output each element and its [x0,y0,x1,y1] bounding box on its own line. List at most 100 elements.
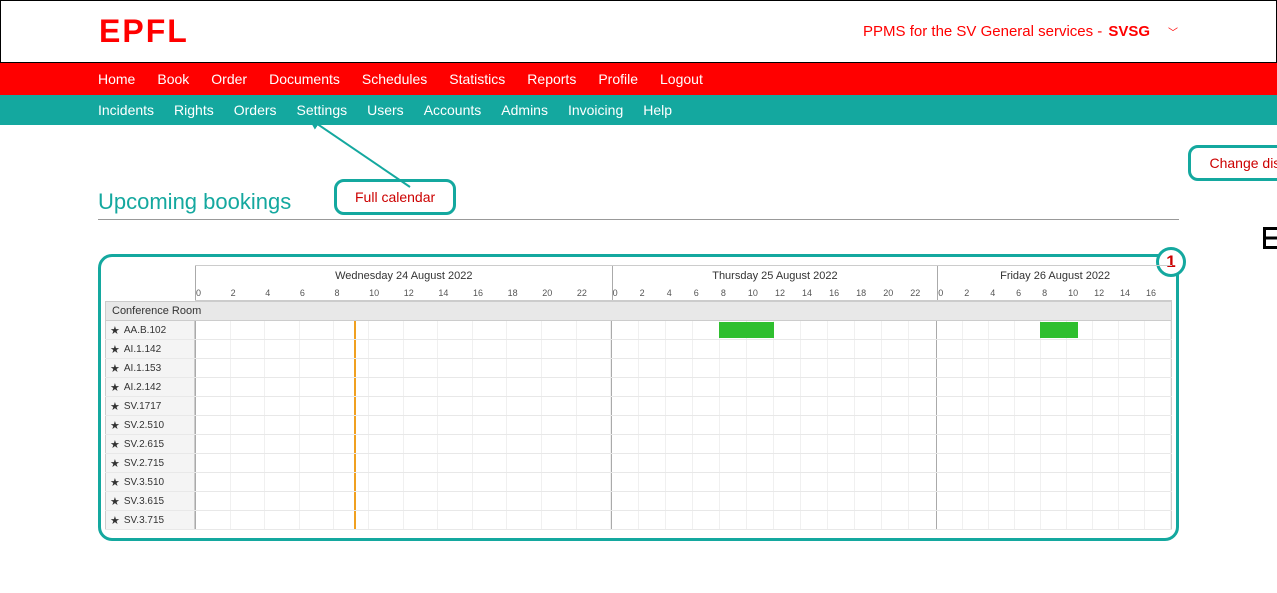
track-day[interactable] [195,473,611,491]
track-day[interactable] [936,378,1172,396]
now-indicator [354,378,356,396]
hour-label: 16 [829,286,856,300]
track-day[interactable] [611,416,936,434]
track-day[interactable] [195,359,611,377]
subnav-accounts[interactable]: Accounts [424,102,482,118]
subnav-rights[interactable]: Rights [174,102,214,118]
day-header: Wednesday 24 August 2022 [195,266,612,286]
room-label[interactable]: ★SV.3.510 [105,473,195,491]
star-icon[interactable]: ★ [110,438,120,451]
track-day[interactable] [195,435,611,453]
nav-reports[interactable]: Reports [527,71,576,87]
track-day[interactable] [936,359,1172,377]
track-day[interactable] [195,378,611,396]
track-day[interactable] [611,511,936,529]
now-indicator [354,454,356,472]
room-label[interactable]: ★AI.1.153 [105,359,195,377]
booking-block[interactable] [1040,322,1077,338]
track-day[interactable] [611,321,936,339]
hour-label: 2 [231,286,266,300]
room-name: SV.2.715 [124,458,164,469]
room-label[interactable]: ★ SV.3.615 [105,492,195,510]
track-day[interactable] [195,397,611,415]
track-day[interactable] [936,454,1172,472]
subnav-help[interactable]: Help [643,102,672,118]
nav-statistics[interactable]: Statistics [449,71,505,87]
room-label[interactable]: ★SV.3.715 [105,511,195,529]
track-day[interactable] [936,492,1172,510]
track-day[interactable] [611,454,936,472]
star-icon[interactable]: ★ [110,476,120,489]
room-label[interactable]: ★AA.B.102 [105,321,195,339]
track-day[interactable] [195,416,611,434]
track-day[interactable] [195,340,611,358]
track-day[interactable] [611,359,936,377]
star-icon[interactable]: ★ [110,400,120,413]
room-row: ★AA.B.102 [105,321,1172,340]
star-icon[interactable]: ★ [110,324,120,337]
nav-logout[interactable]: Logout [660,71,703,87]
hour-label: 14 [438,286,473,300]
callout-full-calendar: Full calendar [334,179,456,215]
room-label[interactable]: ★SV.1717 [105,397,195,415]
subnav-admins[interactable]: Admins [501,102,548,118]
star-icon[interactable]: ★ [110,495,120,508]
track-day[interactable] [936,511,1172,529]
track-day[interactable] [936,435,1172,453]
now-indicator [354,321,356,339]
subnav-users[interactable]: Users [367,102,404,118]
hour-label: 10 [748,286,775,300]
track-day[interactable] [936,321,1172,339]
room-name: AI.1.142 [124,344,161,355]
track-day[interactable] [195,321,611,339]
callout-change-display: Change display [1188,145,1277,181]
nav-home[interactable]: Home [98,71,135,87]
subnav-incidents[interactable]: Incidents [98,102,154,118]
track-day[interactable] [195,454,611,472]
service-text: PPMS for the SV General services - [863,23,1102,40]
hour-label: 8 [1042,286,1068,300]
star-icon[interactable]: ★ [110,381,120,394]
star-icon[interactable]: ★ [110,457,120,470]
track-day[interactable] [195,492,611,510]
booking-block[interactable] [719,322,774,338]
track-day[interactable] [611,397,936,415]
track-day[interactable] [936,340,1172,358]
nav-documents[interactable]: Documents [269,71,340,87]
track-day[interactable] [936,397,1172,415]
track-day[interactable] [611,473,936,491]
subnav-invoicing[interactable]: Invoicing [568,102,623,118]
room-row: ★ SV.3.615 [105,492,1172,511]
room-row: ★SV.3.715 [105,511,1172,530]
room-label[interactable]: ★ SV.2.715 [105,454,195,472]
track-day[interactable] [936,416,1172,434]
subnav-settings[interactable]: Settings [297,102,348,118]
view-list-button[interactable] [1263,227,1277,249]
room-label[interactable]: ★SV.2.615 [105,435,195,453]
room-name: SV.3.615 [124,496,164,507]
nav-book[interactable]: Book [157,71,189,87]
room-row: ★SV.2.615 [105,435,1172,454]
star-icon[interactable]: ★ [110,362,120,375]
nav-order[interactable]: Order [211,71,247,87]
star-icon[interactable]: ★ [110,514,120,527]
nav-schedules[interactable]: Schedules [362,71,427,87]
track-day[interactable] [611,492,936,510]
star-icon[interactable]: ★ [110,343,120,356]
track-day[interactable] [611,435,936,453]
room-row: ★ SV.2.715 [105,454,1172,473]
service-selector[interactable]: PPMS for the SV General services - SVSG … [863,23,1178,40]
track-day[interactable] [195,511,611,529]
room-label[interactable]: ★AI.2.142 [105,378,195,396]
room-label[interactable]: ★ AI.1.142 [105,340,195,358]
hour-label: 20 [883,286,910,300]
hour-label: 14 [802,286,829,300]
track-day[interactable] [936,473,1172,491]
hour-label: 8 [721,286,748,300]
room-label[interactable]: ★SV.2.510 [105,416,195,434]
track-day[interactable] [611,340,936,358]
subnav-orders[interactable]: Orders [234,102,277,118]
track-day[interactable] [611,378,936,396]
star-icon[interactable]: ★ [110,419,120,432]
nav-profile[interactable]: Profile [598,71,638,87]
